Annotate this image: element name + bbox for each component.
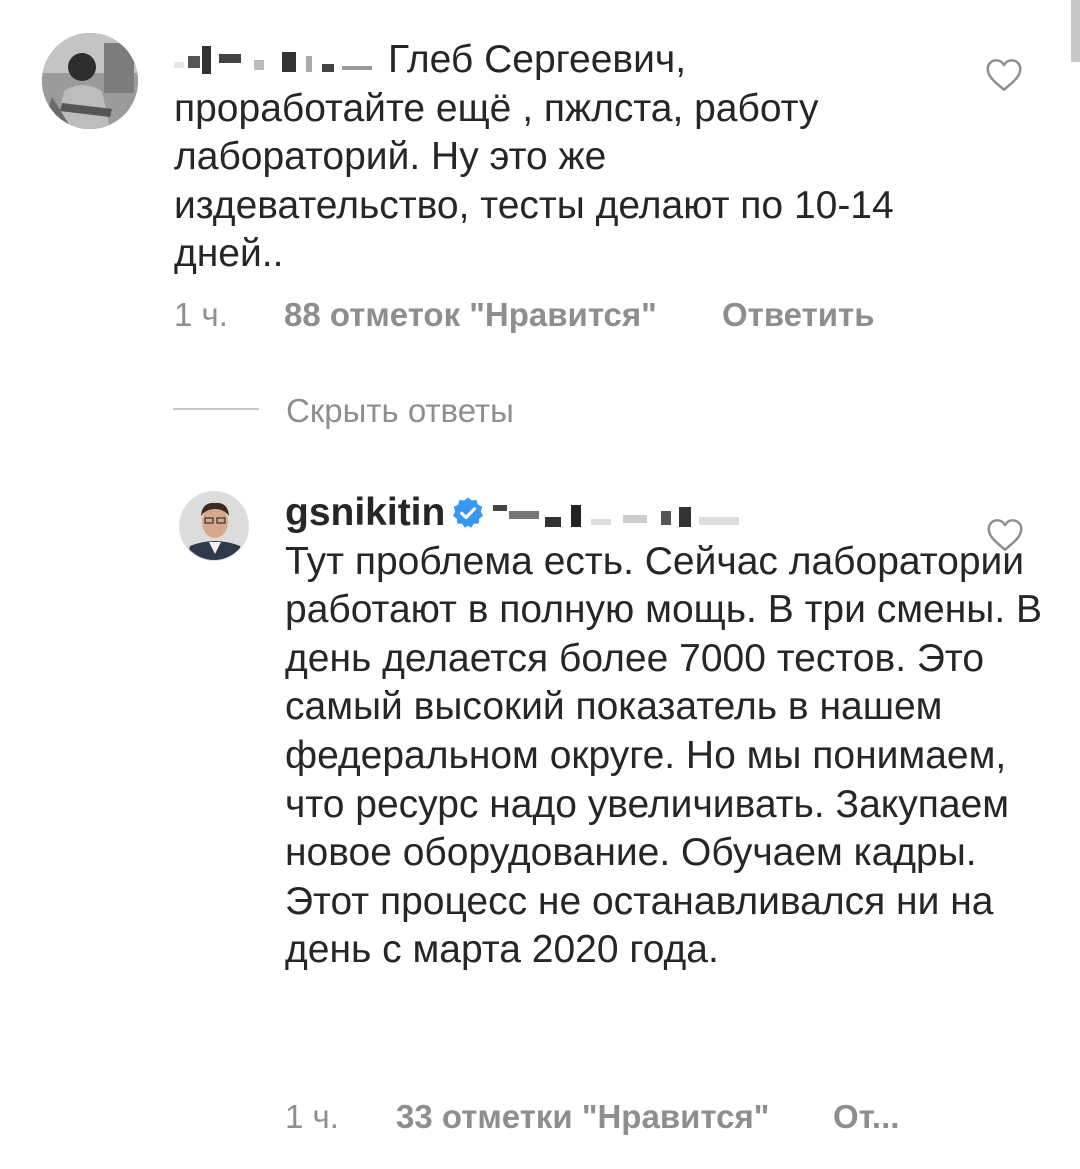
username-link[interactable]: gsnikitin <box>285 491 445 534</box>
likes-count-link[interactable]: 33 отметки "Нравится" <box>396 1098 769 1136</box>
comment-time: 1 ч. <box>174 296 228 333</box>
reply-button[interactable]: Ответить <box>722 296 875 334</box>
redacted-username <box>174 46 372 74</box>
comment-meta: 1 ч. 33 отметки "Нравится" От... <box>285 1098 899 1136</box>
avatar[interactable] <box>42 33 138 129</box>
reply-button[interactable]: От... <box>833 1098 899 1136</box>
hide-replies-button[interactable]: Скрыть ответы <box>286 392 514 430</box>
scrollbar[interactable] <box>1071 0 1080 62</box>
comment-text-block: Глеб Сергеевич, проработайте ещё , пжлст… <box>174 36 894 279</box>
comment-meta: 1 ч. 88 отметок "Нравится" Ответить <box>174 296 875 334</box>
avatar-photo <box>180 492 248 560</box>
verified-badge-icon <box>453 497 484 528</box>
redacted-mention <box>493 505 740 527</box>
divider-line <box>173 408 259 410</box>
heart-outline-icon[interactable] <box>985 58 1023 92</box>
avatar[interactable] <box>179 491 249 561</box>
comment-time: 1 ч. <box>285 1098 339 1135</box>
likes-count-link[interactable]: 88 отметок "Нравится" <box>284 296 657 334</box>
comment-text: Тут проблема есть. Сейчас лаборатории ра… <box>285 539 1042 972</box>
heart-outline-icon[interactable] <box>986 518 1024 552</box>
comment-text-block: gsnikitin Тут проблема есть. Сейчас лабор… <box>285 489 1045 975</box>
avatar-photo <box>42 33 138 129</box>
